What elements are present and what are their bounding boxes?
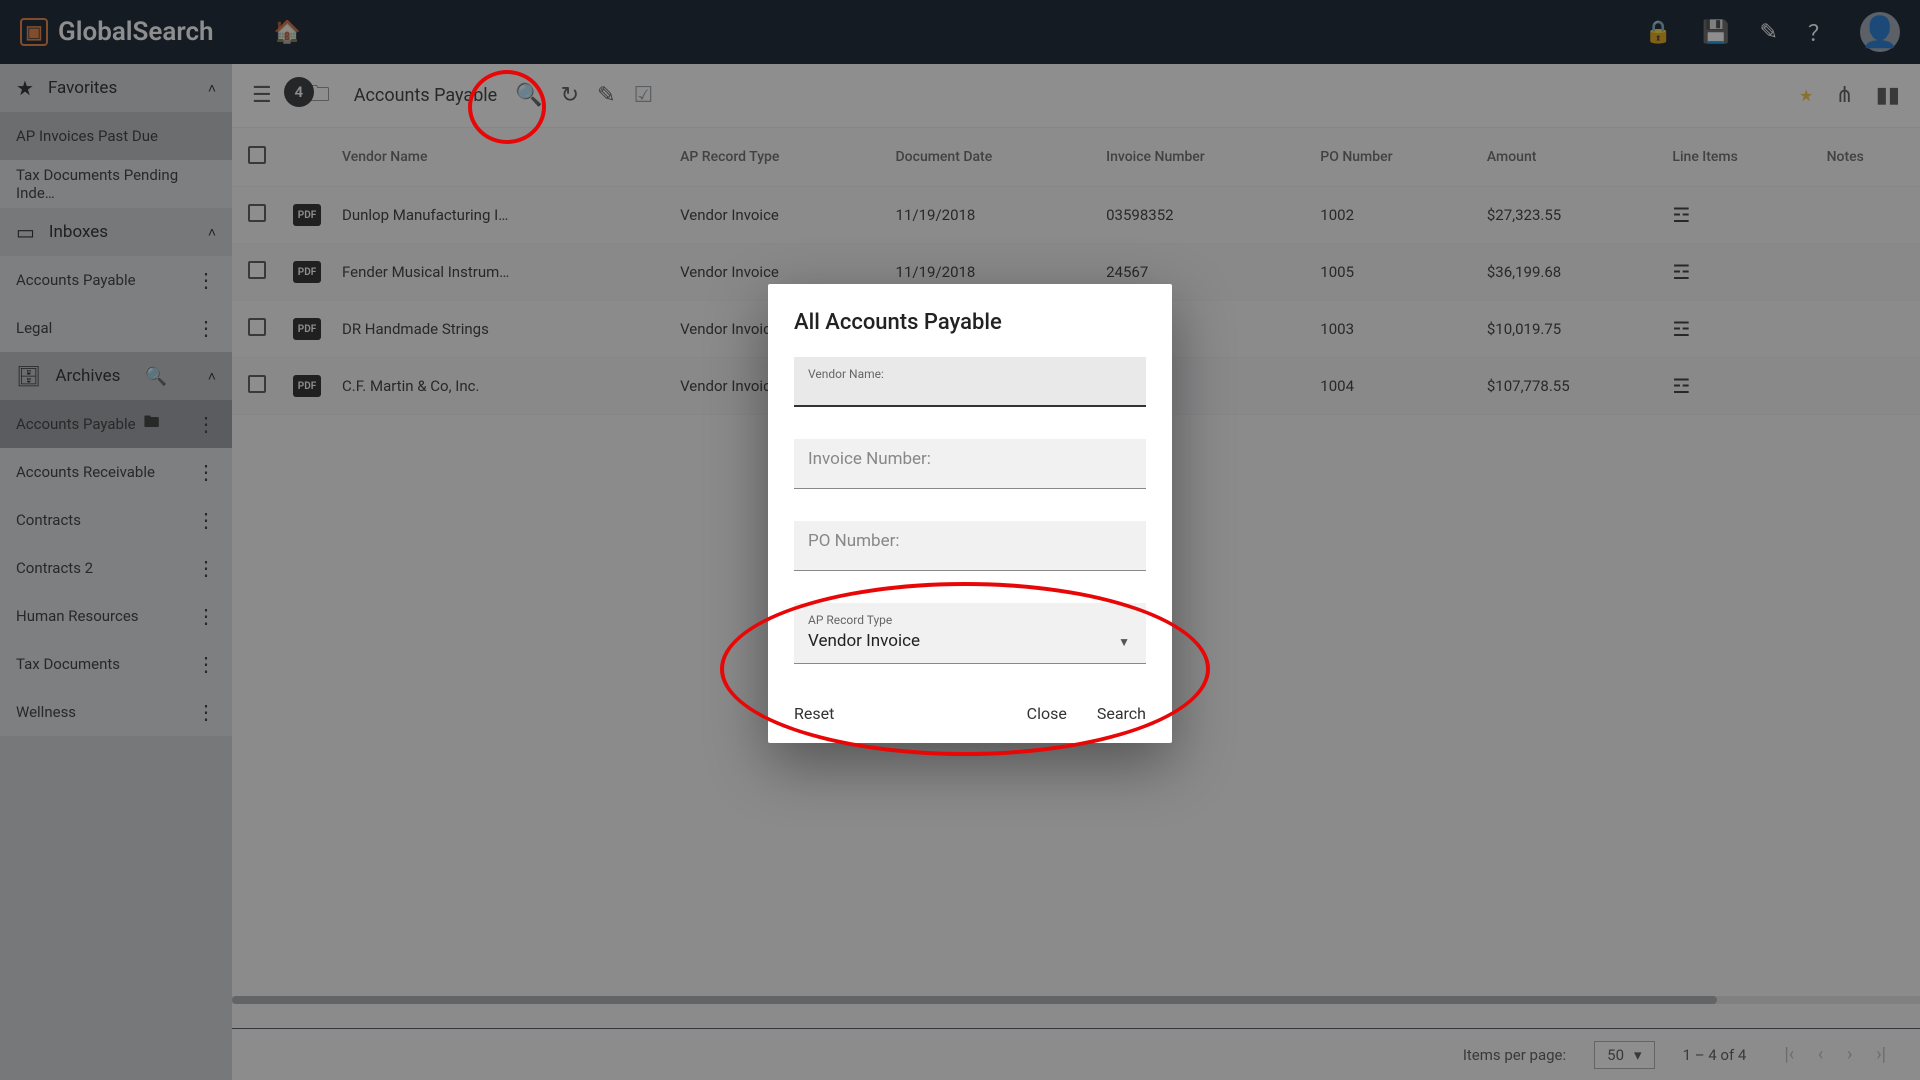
search-dialog: All Accounts Payable Vendor Name: Invoic… bbox=[768, 284, 1172, 743]
reset-button[interactable]: Reset bbox=[794, 704, 834, 723]
invoice-number-field[interactable]: Invoice Number: bbox=[794, 439, 1146, 489]
search-button[interactable]: Search bbox=[1097, 704, 1146, 723]
chevron-down-icon: ▼ bbox=[1118, 635, 1130, 649]
record-type-select[interactable]: AP Record Type Vendor Invoice ▼ bbox=[794, 603, 1146, 664]
invoice-number-label: Invoice Number: bbox=[808, 449, 1132, 469]
po-number-field[interactable]: PO Number: bbox=[794, 521, 1146, 571]
record-type-value: Vendor Invoice bbox=[808, 631, 1132, 651]
vendor-name-field[interactable]: Vendor Name: bbox=[794, 357, 1146, 407]
record-type-label: AP Record Type bbox=[808, 613, 1132, 627]
dialog-title: All Accounts Payable bbox=[794, 310, 1146, 335]
close-button[interactable]: Close bbox=[1027, 704, 1067, 723]
vendor-name-label: Vendor Name: bbox=[808, 367, 1132, 381]
po-number-label: PO Number: bbox=[808, 531, 1132, 551]
